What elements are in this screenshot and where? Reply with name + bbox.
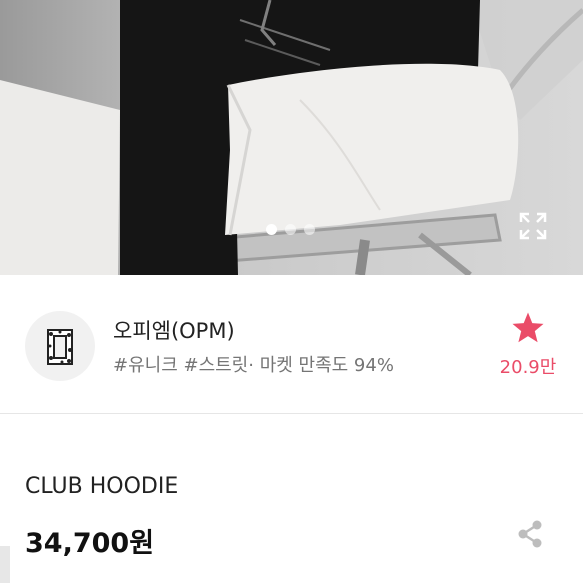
product-image-carousel[interactable] bbox=[0, 0, 583, 275]
product-info-section: CLUB HOODIE 34,700원 bbox=[0, 414, 583, 583]
carousel-dot-2[interactable] bbox=[285, 224, 296, 235]
favorite-button[interactable]: 20.9만 bbox=[496, 311, 560, 379]
carousel-dot-1[interactable] bbox=[266, 224, 277, 235]
carousel-indicator bbox=[266, 224, 315, 235]
favorite-count: 20.9만 bbox=[499, 357, 557, 378]
share-icon[interactable] bbox=[516, 519, 544, 549]
product-price: 34,700원 bbox=[25, 528, 155, 559]
floating-panel-edge bbox=[0, 546, 10, 583]
store-tags: #유니크 #스트릿· 마켓 만족도 94% bbox=[113, 355, 394, 376]
carousel-dot-3[interactable] bbox=[304, 224, 315, 235]
store-name[interactable]: 오피엠(OPM) bbox=[113, 315, 235, 345]
store-info-section[interactable]: 오피엠(OPM) #유니크 #스트릿· 마켓 만족도 94% 20.9만 bbox=[0, 275, 583, 414]
star-icon bbox=[512, 312, 544, 343]
store-logo[interactable] bbox=[25, 311, 95, 381]
product-name: CLUB HOODIE bbox=[25, 474, 179, 499]
expand-icon[interactable] bbox=[519, 212, 547, 240]
